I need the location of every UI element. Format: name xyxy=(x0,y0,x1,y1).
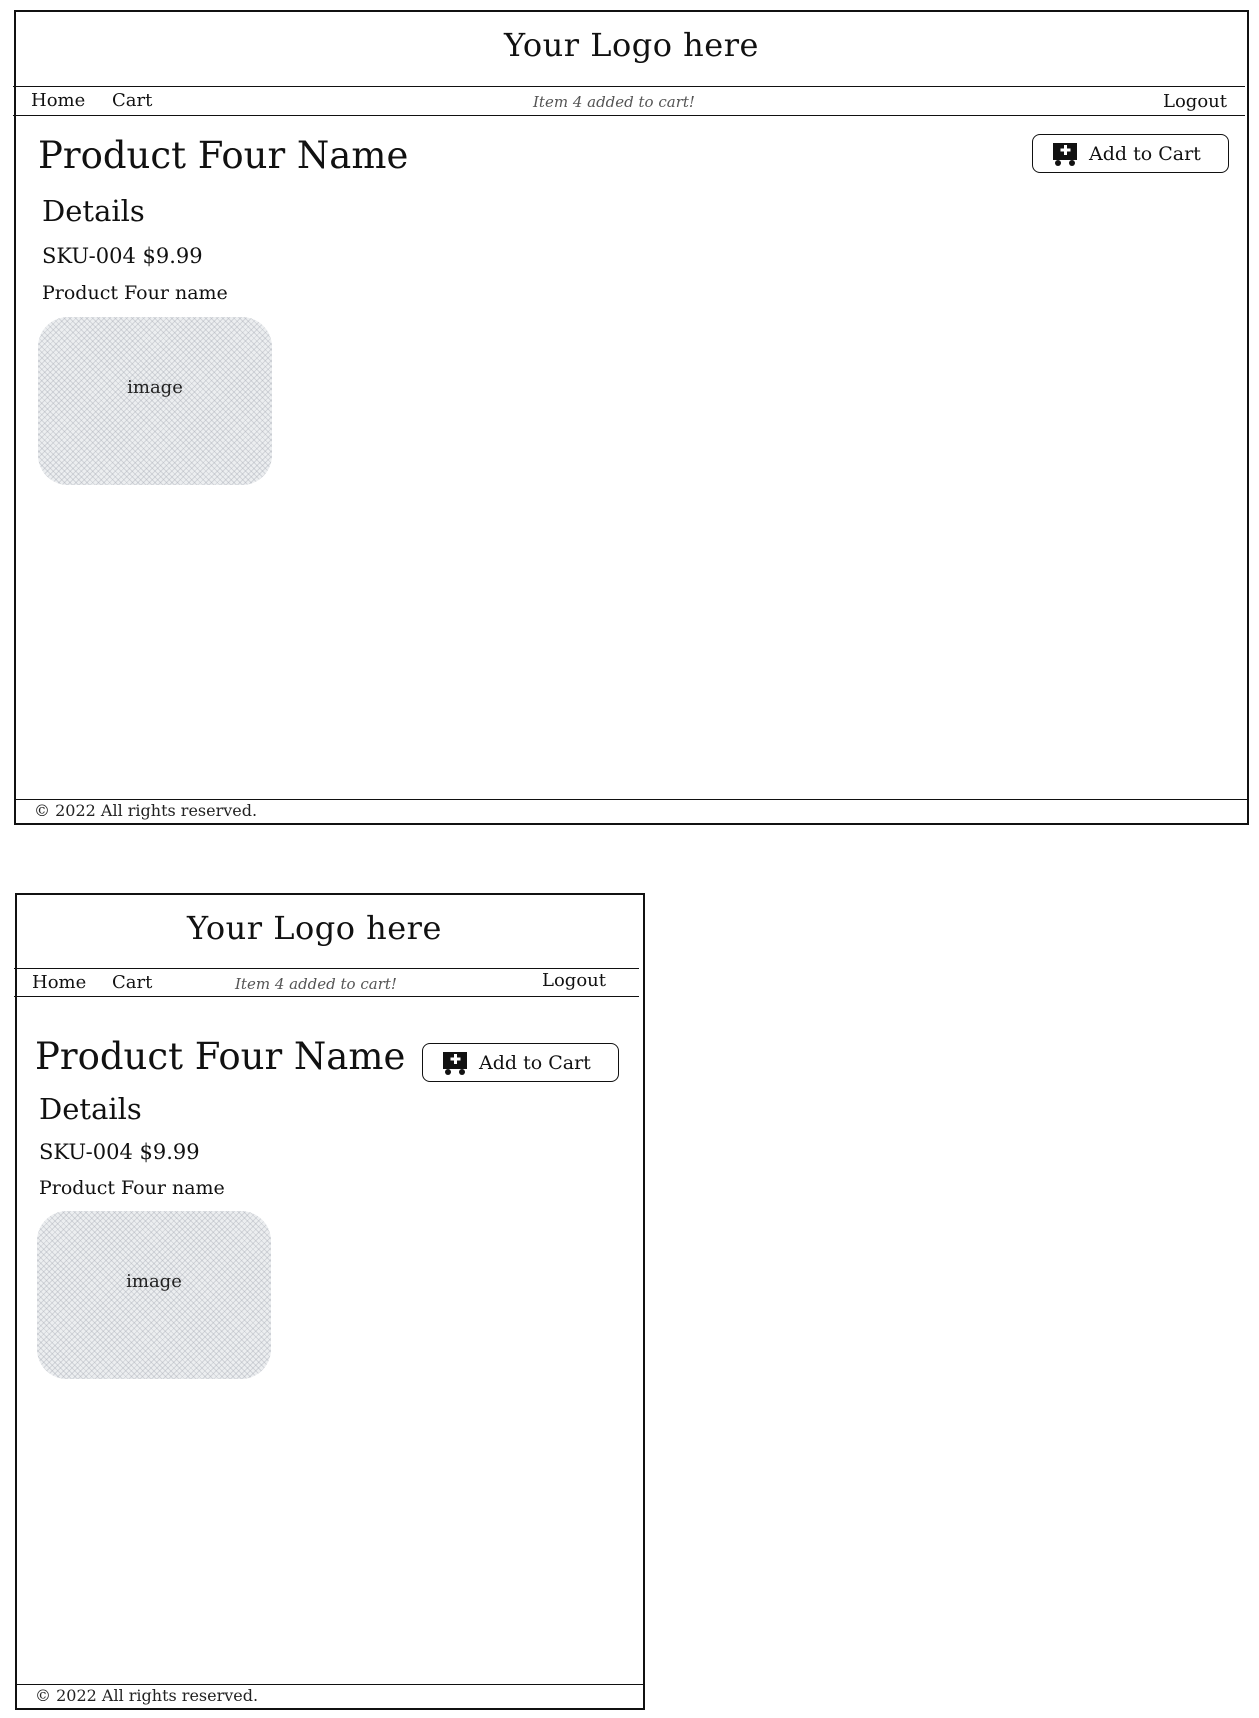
add-to-cart-label: Add to Cart xyxy=(1089,142,1201,165)
add-to-cart-icon xyxy=(1051,141,1079,167)
add-to-cart-label: Add to Cart xyxy=(479,1051,591,1074)
product-title: Product Four Name xyxy=(35,1035,406,1078)
cart-notice: Item 4 added to cart! xyxy=(235,975,397,993)
add-to-cart-button[interactable]: Add to Cart xyxy=(422,1043,619,1082)
copyright-text: © 2022 All rights reserved. xyxy=(34,801,258,820)
sku-price: SKU-004 $9.99 xyxy=(42,244,203,268)
nav-cart-link[interactable]: Cart xyxy=(112,90,152,111)
logo: Your Logo here xyxy=(187,909,442,947)
image-label: image xyxy=(126,1271,182,1292)
product-image-placeholder: image xyxy=(37,1211,271,1379)
footer: © 2022 All rights reserved. xyxy=(17,1684,643,1708)
nav-logout-link[interactable]: Logout xyxy=(542,970,606,991)
image-label: image xyxy=(127,377,183,398)
nav-home-link[interactable]: Home xyxy=(31,90,85,111)
cart-notice: Item 4 added to cart! xyxy=(533,93,695,111)
footer: © 2022 All rights reserved. xyxy=(16,799,1247,823)
mobile-wireframe: Your Logo here Home Cart Item 4 added to… xyxy=(14,893,645,1710)
nav-home-link[interactable]: Home xyxy=(32,972,86,993)
nav-bar: Home Cart Item 4 added to cart! Logout xyxy=(13,86,1245,116)
product-image-placeholder: image xyxy=(38,317,272,485)
copyright-text: © 2022 All rights reserved. xyxy=(35,1686,259,1705)
nav-bar: Home Cart Item 4 added to cart! Logout xyxy=(14,968,639,997)
desktop-wireframe: Your Logo here Home Cart Item 4 added to… xyxy=(13,10,1249,825)
logo: Your Logo here xyxy=(504,26,759,64)
nav-cart-link[interactable]: Cart xyxy=(112,972,152,993)
details-heading: Details xyxy=(39,1092,142,1126)
details-heading: Details xyxy=(42,194,145,228)
product-title: Product Four Name xyxy=(38,134,409,177)
add-to-cart-icon xyxy=(441,1050,469,1076)
sku-price: SKU-004 $9.99 xyxy=(39,1140,200,1164)
nav-logout-link[interactable]: Logout xyxy=(1163,91,1227,112)
add-to-cart-button[interactable]: Add to Cart xyxy=(1032,134,1229,173)
product-name: Product Four name xyxy=(42,282,228,304)
product-name: Product Four name xyxy=(39,1177,225,1199)
